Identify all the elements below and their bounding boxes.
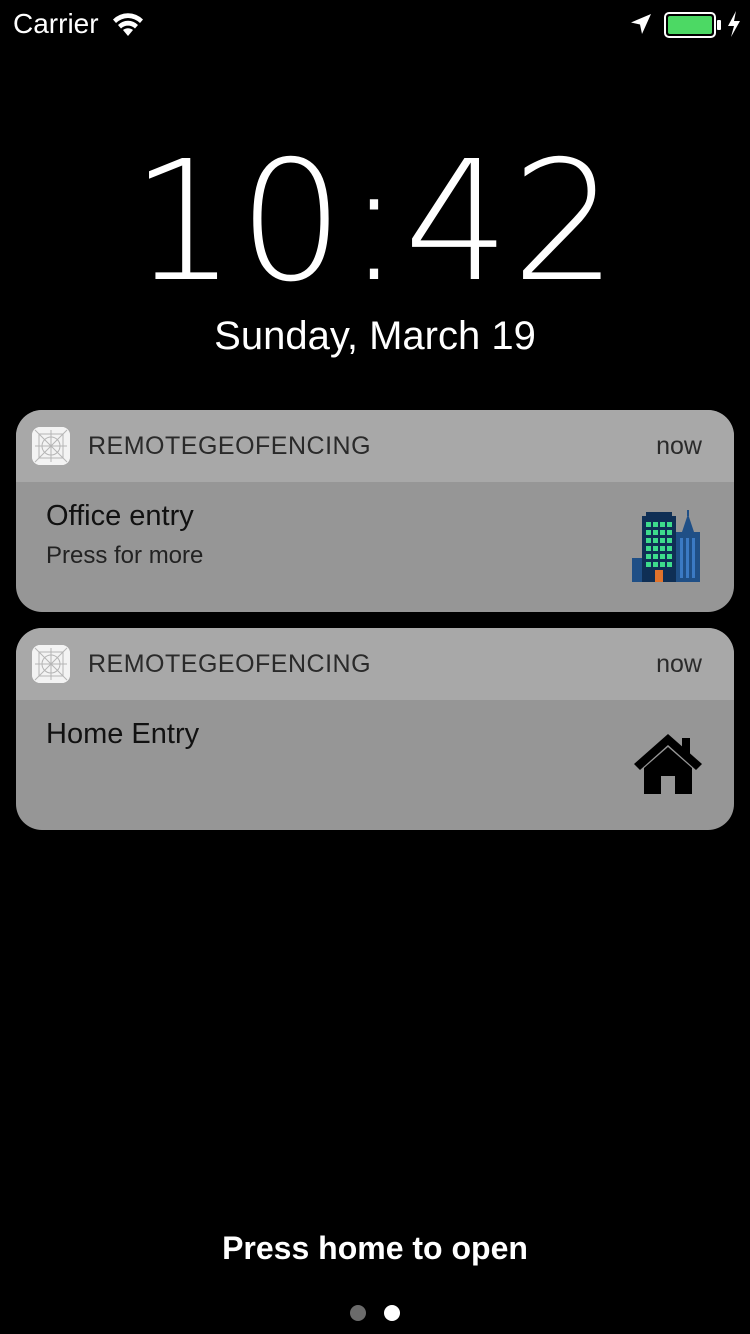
wifi-icon (113, 13, 143, 36)
notification-body: Press for more (46, 542, 204, 569)
location-arrow-icon (631, 14, 651, 34)
charging-bolt-icon (728, 11, 740, 37)
lock-screen-date: Sunday, March 19 (214, 314, 536, 358)
page-dot-active[interactable] (384, 1305, 400, 1321)
notification-title: Home Entry (46, 718, 200, 750)
notification-time: now (656, 432, 702, 460)
app-name: REMOTEGEOFENCING (88, 650, 372, 678)
page-indicator[interactable] (0, 1305, 750, 1323)
lock-screen-clock: 10:42 (130, 126, 620, 319)
app-icon (32, 427, 70, 465)
notification-title: Office entry (46, 500, 194, 532)
app-icon (32, 645, 70, 683)
press-home-hint: Press home to open (222, 1230, 528, 1266)
office-buildings-icon (632, 510, 700, 582)
notification-time: now (656, 650, 702, 678)
lock-screen: Carrier 10:42 Sunday, March 19 REMOTEGEO… (0, 0, 750, 1334)
notification-home-entry[interactable]: REMOTEGEOFENCING now Home Entry (16, 628, 734, 830)
battery-icon (664, 12, 721, 38)
app-name: REMOTEGEOFENCING (88, 432, 372, 460)
notification-header: REMOTEGEOFENCING now (16, 628, 734, 700)
notification-office-entry[interactable]: REMOTEGEOFENCING now Office entry Press … (16, 410, 734, 612)
notification-header: REMOTEGEOFENCING now (16, 410, 734, 482)
house-icon (634, 734, 702, 794)
page-dot[interactable] (350, 1305, 366, 1321)
carrier-label: Carrier (13, 8, 99, 39)
status-bar: Carrier (0, 0, 750, 48)
